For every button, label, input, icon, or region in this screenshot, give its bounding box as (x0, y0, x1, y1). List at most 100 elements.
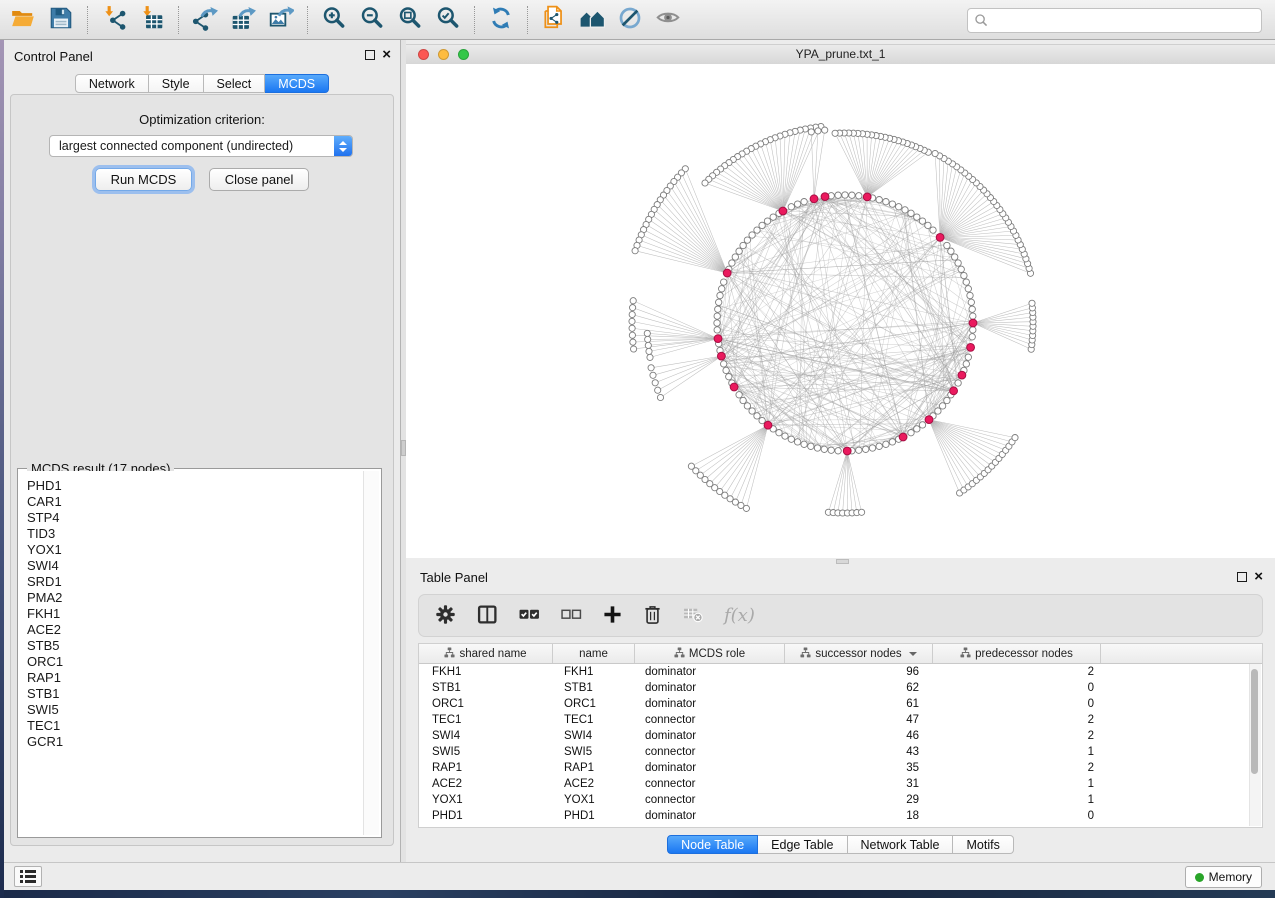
mcds-result-item[interactable]: PHD1 (27, 478, 363, 494)
table-cell[interactable]: connector (635, 776, 785, 792)
scrollbar-thumb[interactable] (1251, 669, 1258, 774)
graph-hub-node[interactable] (714, 335, 722, 343)
table-cell[interactable]: YOX1 (553, 792, 635, 808)
mcds-result-item[interactable]: SWI5 (27, 702, 363, 718)
graph-hub-node[interactable] (969, 319, 977, 327)
graph-node[interactable] (965, 354, 971, 360)
graph-node[interactable] (1029, 300, 1035, 306)
graph-node[interactable] (719, 286, 725, 292)
horizontal-splitter[interactable] (406, 558, 1275, 565)
table-cell[interactable]: RAP1 (553, 760, 635, 776)
graph-node[interactable] (835, 448, 841, 454)
graph-node[interactable] (932, 150, 938, 156)
graph-node[interactable] (889, 201, 895, 207)
tab-style[interactable]: Style (149, 74, 204, 93)
zoom-selected-button[interactable] (430, 3, 466, 37)
save-button[interactable] (43, 3, 79, 37)
graph-node[interactable] (889, 439, 895, 445)
graph-node[interactable] (948, 248, 954, 254)
gear-button[interactable] (435, 604, 456, 628)
close-panel-icon[interactable]: × (382, 49, 391, 61)
graph-node[interactable] (788, 204, 794, 210)
graph-node[interactable] (919, 218, 925, 224)
graph-node[interactable] (908, 210, 914, 216)
graph-node[interactable] (740, 397, 746, 403)
graph-node[interactable] (726, 374, 732, 380)
graph-node[interactable] (970, 327, 976, 333)
search-input[interactable] (989, 10, 1261, 31)
close-panel-icon[interactable]: × (1254, 571, 1263, 583)
graph-node[interactable] (736, 248, 742, 254)
table-cell[interactable]: dominator (635, 696, 785, 712)
network-titlebar[interactable]: YPA_prune.txt_1 (406, 44, 1275, 65)
mcds-result-item[interactable]: TEC1 (27, 718, 363, 734)
graph-node[interactable] (714, 313, 720, 319)
graph-node[interactable] (863, 446, 869, 452)
tab-node-table[interactable]: Node Table (667, 835, 758, 854)
graph-node[interactable] (969, 306, 975, 312)
mcds-result-item[interactable]: STB1 (27, 686, 363, 702)
graph-node[interactable] (744, 403, 750, 409)
graph-node[interactable] (716, 299, 722, 305)
graph-hub-node[interactable] (950, 387, 958, 395)
graph-node[interactable] (723, 367, 729, 373)
delete-button[interactable] (643, 604, 662, 628)
graph-hub-node[interactable] (723, 269, 731, 277)
table-cell[interactable]: 62 (785, 680, 933, 696)
graph-node[interactable] (647, 354, 653, 360)
graph-hub-node[interactable] (925, 416, 933, 424)
graph-node[interactable] (632, 248, 638, 254)
table-cell[interactable]: FKH1 (553, 664, 635, 680)
graph-node[interactable] (744, 237, 750, 243)
graph-hub-node[interactable] (779, 207, 787, 215)
graph-node[interactable] (630, 298, 636, 304)
graph-node[interactable] (749, 232, 755, 238)
graph-node[interactable] (759, 222, 765, 228)
minimize-window-icon[interactable] (438, 49, 449, 60)
graph-node[interactable] (955, 260, 961, 266)
graph-node[interactable] (729, 260, 735, 266)
graph-node[interactable] (743, 505, 749, 511)
graph-hub-node[interactable] (821, 193, 829, 201)
graph-node[interactable] (801, 441, 807, 447)
graph-node[interactable] (714, 327, 720, 333)
table-cell[interactable]: ORC1 (553, 696, 635, 712)
graph-hub-node[interactable] (899, 433, 907, 441)
graph-node[interactable] (645, 336, 651, 342)
graph-node[interactable] (965, 286, 971, 292)
import-table-button[interactable] (134, 3, 170, 37)
table-cell[interactable]: 18 (785, 808, 933, 824)
tab-select[interactable]: Select (204, 74, 266, 93)
graph-node[interactable] (856, 447, 862, 453)
graph-node[interactable] (721, 279, 727, 285)
table-cell[interactable]: ORC1 (419, 696, 553, 712)
graph-node[interactable] (736, 392, 742, 398)
mcds-result-item[interactable]: ORC1 (27, 654, 363, 670)
zoom-in-button[interactable] (316, 3, 352, 37)
table-cell[interactable]: FKH1 (419, 664, 553, 680)
graph-node[interactable] (859, 509, 865, 515)
table-cell[interactable]: dominator (635, 728, 785, 744)
table-row[interactable]: PHD1PHD1dominator180 (419, 808, 1262, 824)
graph-hub-node[interactable] (863, 193, 871, 201)
folder-open-button[interactable] (5, 3, 41, 37)
tab-network-table[interactable]: Network Table (848, 835, 954, 854)
zoom-out-button[interactable] (354, 3, 390, 37)
table-cell[interactable]: ACE2 (553, 776, 635, 792)
graph-node[interactable] (702, 180, 708, 186)
table-row[interactable]: ORC1ORC1dominator610 (419, 696, 1262, 712)
graph-node[interactable] (652, 380, 658, 386)
table-cell[interactable]: 0 (933, 680, 1101, 696)
graph-node[interactable] (630, 305, 636, 311)
graph-node[interactable] (958, 266, 964, 272)
graph-node[interactable] (740, 242, 746, 248)
table-cell[interactable]: SWI5 (419, 744, 553, 760)
maximize-window-icon[interactable] (458, 49, 469, 60)
graph-node[interactable] (914, 426, 920, 432)
table-cell[interactable]: dominator (635, 664, 785, 680)
columns-button[interactable] (477, 604, 498, 628)
mcds-result-item[interactable]: GCR1 (27, 734, 363, 750)
graph-hub-node[interactable] (967, 344, 975, 352)
mcds-result-item[interactable]: PMA2 (27, 590, 363, 606)
graph-node[interactable] (794, 439, 800, 445)
